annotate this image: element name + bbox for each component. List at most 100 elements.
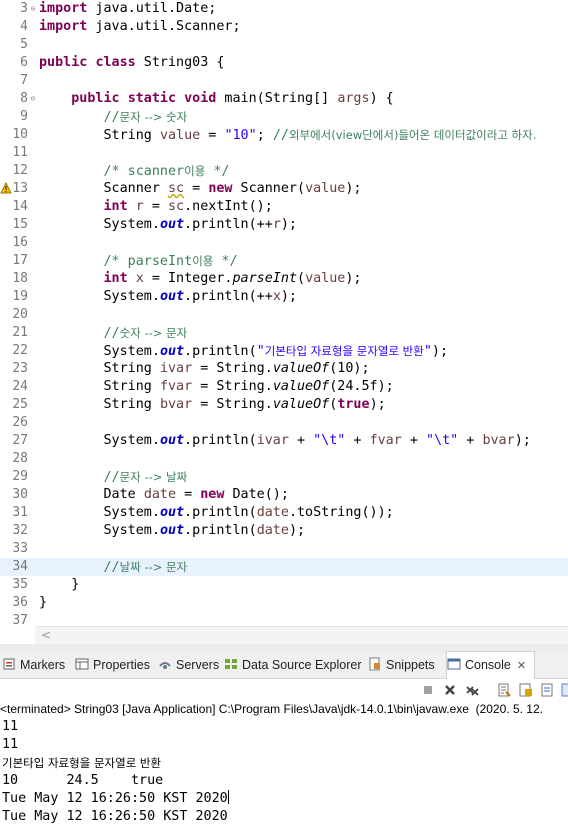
code-text: String value = "10"; //외부에서(view단에서)들어온 … [39,128,537,143]
warning-icon[interactable] [0,182,12,194]
bottom-panel-tabbar: Markers Properties Servers Data Source Expl… [0,651,568,679]
fold-toggle-icon[interactable]: ⊖ [28,0,38,18]
code-text: System.out.println(++r); [39,217,297,232]
line-number: 3 [20,1,28,16]
console-toolbar [0,679,568,701]
line-number: 35 [12,577,28,592]
code-line[interactable]: 10 String value = "10"; //외부에서(view단에서)들… [0,126,568,144]
remove-all-terminated-icon[interactable] [465,683,479,697]
code-line[interactable]: 7 [0,72,568,90]
console-output-line: 11 [2,737,19,752]
code-line[interactable]: 15 System.out.println(++r); [0,216,568,234]
remove-launch-icon[interactable] [443,683,457,697]
tab-console[interactable]: Console ✕ [446,651,536,679]
scroll-left-arrow-icon[interactable]: < [41,628,51,642]
data-source-icon [225,659,237,669]
tab-properties[interactable]: Properties [75,652,150,678]
line-number: 10 [12,127,28,142]
code-line[interactable]: 17 /* parseInt이용 */ [0,252,568,270]
line-number: 22 [12,343,28,358]
code-text: } [39,595,48,610]
code-text: } [39,577,80,592]
line-number: 17 [12,253,28,268]
code-line[interactable]: 18 int x = Integer.parseInt(value); [0,270,568,288]
console-output[interactable]: 11 11 기본타입 자료형을 문자열로 반환 10 24.5 true Tue May… [0,718,568,830]
line-number: 32 [12,523,28,538]
pin-console-icon[interactable] [561,683,568,697]
code-editor[interactable]: 3 ⊖ import java.util.Date; 4 import java.uti… [0,0,568,644]
code-line[interactable]: 24 String fvar = String.valueOf(24.5f); [0,378,568,396]
code-line[interactable]: 13 Scanner sc = new Scanner(value); [0,180,568,198]
tab-label: Data Source Explorer [242,658,362,672]
code-text: //날짜 --> 문자 [103,560,188,575]
line-number: 6 [20,55,28,70]
code-line[interactable]: 35 } [0,576,568,594]
code-text: System.out.println(++x); [39,289,297,304]
line-number: 28 [12,451,28,466]
code-line[interactable]: 30 Date date = new Date(); [0,486,568,504]
code-line[interactable]: 32 System.out.println(date); [0,522,568,540]
code-line[interactable]: 28 [0,450,568,468]
tab-data-source-explorer[interactable]: Data Source Explorer [224,652,362,678]
code-line[interactable]: 16 [0,234,568,252]
code-text: //숫자 --> 문자 [103,326,188,341]
code-line[interactable]: 6 public class String03 { [0,54,568,72]
code-line[interactable]: 23 String ivar = String.valueOf(10); [0,360,568,378]
code-line[interactable]: 26 [0,414,568,432]
line-number: 36 [12,595,28,610]
code-line[interactable]: 34 //날짜 --> 문자 [0,558,568,576]
code-text: public static void main(String[] args) { [71,91,394,106]
code-line[interactable]: 21 //숫자 --> 문자 [0,324,568,342]
horizontal-scrollbar[interactable]: < [35,626,568,645]
markers-icon [3,658,15,670]
line-number: 31 [12,505,28,520]
line-number: 27 [12,433,28,448]
line-number: 30 [12,487,28,502]
scroll-lock-icon[interactable] [519,683,533,697]
line-number: 26 [12,415,28,430]
close-icon[interactable]: ✕ [517,660,526,672]
line-number: 12 [12,163,28,178]
tab-servers[interactable]: Servers [158,652,219,678]
code-line[interactable]: 4 import java.util.Scanner; [0,18,568,36]
code-line[interactable]: 9 //문자 --> 숫자 [0,108,568,126]
line-number: 11 [12,145,28,160]
code-line[interactable]: 25 String bvar = String.valueOf(true); [0,396,568,414]
code-line[interactable]: 22 System.out.println("기본타입 자료형을 문자열로 반환… [0,342,568,360]
terminate-icon[interactable] [421,683,435,697]
fold-toggle-icon[interactable]: ⊖ [28,90,38,108]
code-line[interactable]: 36} [0,594,568,612]
code-line[interactable]: 3 ⊖ import java.util.Date; [0,0,568,18]
word-wrap-icon[interactable] [541,683,555,697]
line-number: 7 [20,73,28,88]
clear-console-icon[interactable] [497,683,511,697]
code-text: String ivar = String.valueOf(10); [39,361,370,376]
line-number: 21 [12,325,28,340]
code-line[interactable]: 20 [0,306,568,324]
properties-icon [75,658,89,670]
console-icon [447,658,461,670]
code-line[interactable]: 11 [0,144,568,162]
code-text: String fvar = String.valueOf(24.5f); [39,379,394,394]
line-number: 20 [12,307,28,322]
tab-markers[interactable]: Markers [2,652,65,678]
line-number: 34 [12,559,28,574]
code-line[interactable]: 27 System.out.println(ivar + "\t" + fvar… [0,432,568,450]
code-text: //문자 --> 날짜 [103,470,188,485]
code-text: int x = Integer.parseInt(value); [103,271,362,286]
code-line[interactable]: 14 int r = sc.nextInt(); [0,198,568,216]
code-line[interactable]: 8 ⊖ public static void main(String[] args… [0,90,568,108]
line-number: 19 [12,289,28,304]
console-output-line: Tue May 12 16:26:50 KST 2020 [2,809,228,824]
code-text: import java.util.Scanner; [39,19,241,34]
console-output-line: 기본타입 자료형을 문자열로 반환 [2,756,162,770]
code-line[interactable]: 19 System.out.println(++x); [0,288,568,306]
code-text: /* parseInt이용 */ [103,254,238,269]
code-line[interactable]: 29 //문자 --> 날짜 [0,468,568,486]
code-line[interactable]: 31 System.out.println(date.toString()); [0,504,568,522]
code-line[interactable]: 33 [0,540,568,558]
line-number: 18 [12,271,28,286]
code-line[interactable]: 5 [0,36,568,54]
code-line[interactable]: 12 /* scanner이용 */ [0,162,568,180]
tab-snippets[interactable]: Snippets [368,652,435,678]
